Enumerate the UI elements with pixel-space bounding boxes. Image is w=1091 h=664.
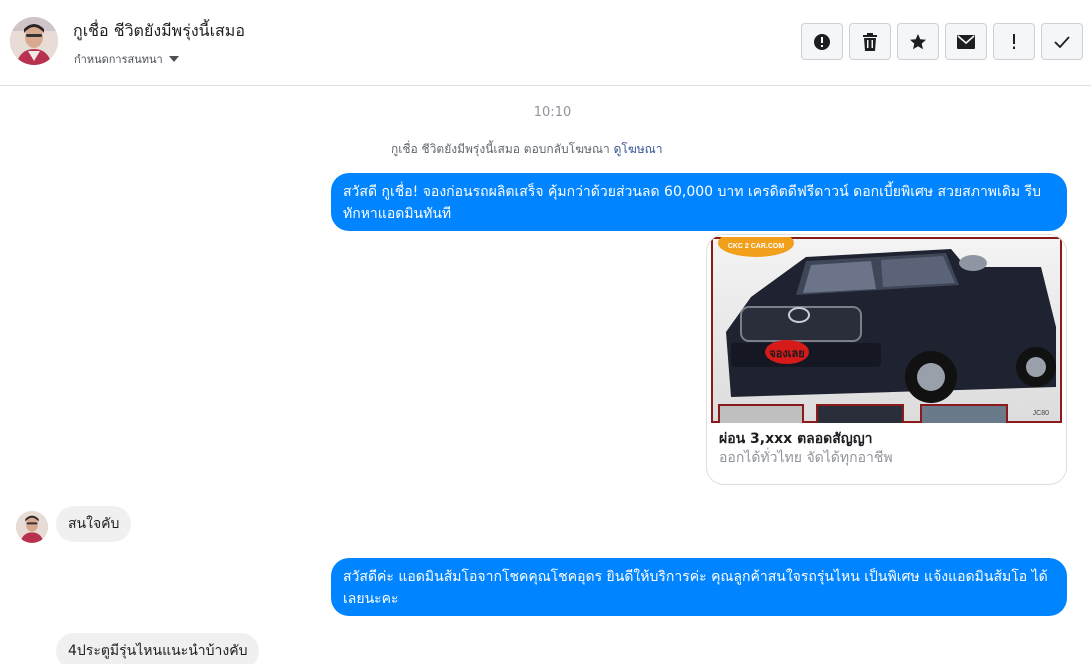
- mark-done-button[interactable]: [1041, 23, 1083, 60]
- message-bubble-incoming: สนใจคับ: [56, 506, 132, 542]
- ad-reply-note: กูเชื่อ ชีวิตยังมีพรุ่งนี้เสมอ ตอบกลับโฆ…: [391, 140, 663, 159]
- contact-avatar[interactable]: [10, 17, 58, 65]
- message-bubble-incoming: 4ประตูมีรุ่นไหนแนะนำบ้างคับ: [56, 633, 260, 664]
- star-button[interactable]: [897, 23, 939, 60]
- delete-button[interactable]: [849, 23, 891, 60]
- envelope-icon: [957, 34, 975, 49]
- ad-image-badge-text: CKC 2 CAR.COM: [728, 243, 785, 250]
- mark-spam-button[interactable]: [801, 23, 843, 60]
- ad-card[interactable]: CKC 2 CAR.COM จองเลย JC80 ผ่อน 3,xxx ตลอ…: [706, 234, 1067, 485]
- ad-image-stamp-text: จองเลย: [769, 347, 804, 360]
- view-ad-link[interactable]: ดูโฆษณา: [614, 142, 663, 156]
- ad-card-image: CKC 2 CAR.COM จองเลย JC80: [711, 237, 1062, 423]
- contact-name: กูเชื่อ ชีวิตยังมีพรุ่งนี้เสมอ: [73, 21, 245, 40]
- ad-reply-text: กูเชื่อ ชีวิตยังมีพรุ่งนี้เสมอ ตอบกลับโฆ…: [391, 142, 610, 156]
- message-text: สวัสดี กูเชื่อ! จองก่อนรถผลิตเสร็จ คุ้มก…: [343, 184, 1041, 222]
- flag-important-button[interactable]: [993, 23, 1035, 60]
- message-timestamp: 10:10: [533, 105, 572, 120]
- alert-circle-icon: [813, 33, 831, 51]
- contact-avatar-small: [16, 511, 48, 543]
- ad-image-plate-text: JC80: [1033, 410, 1049, 417]
- star-icon: [909, 33, 927, 51]
- ad-card-description: ออกได้ทั่วไทย จัดได้ทุกอาชีพ: [719, 450, 893, 466]
- checkmark-icon: [1054, 35, 1070, 48]
- message-bubble-outgoing: สวัสดีค่ะ แอดมินส้มโอจากโชคคุณโชคอุดร ยิ…: [331, 558, 1067, 616]
- trash-icon: [862, 32, 878, 51]
- caret-down-icon: [168, 56, 179, 62]
- exclamation-icon: [1011, 33, 1017, 50]
- conversation-settings-dropdown[interactable]: กำหนดการสนทนา: [74, 50, 179, 68]
- mark-unread-button[interactable]: [945, 23, 987, 60]
- message-text: สวัสดีค่ะ แอดมินส้มโอจากโชคคุณโชคอุดร ยิ…: [343, 569, 1048, 607]
- conversation-header: กูเชื่อ ชีวิตยังมีพรุ่งนี้เสมอ กำหนดการส…: [0, 0, 1091, 86]
- conversation-settings-label: กำหนดการสนทนา: [74, 53, 163, 66]
- message-bubble-outgoing: สวัสดี กูเชื่อ! จองก่อนรถผลิตเสร็จ คุ้มก…: [331, 173, 1067, 231]
- message-text: 4ประตูมีรุ่นไหนแนะนำบ้างคับ: [68, 643, 248, 659]
- message-text: สนใจคับ: [68, 516, 120, 532]
